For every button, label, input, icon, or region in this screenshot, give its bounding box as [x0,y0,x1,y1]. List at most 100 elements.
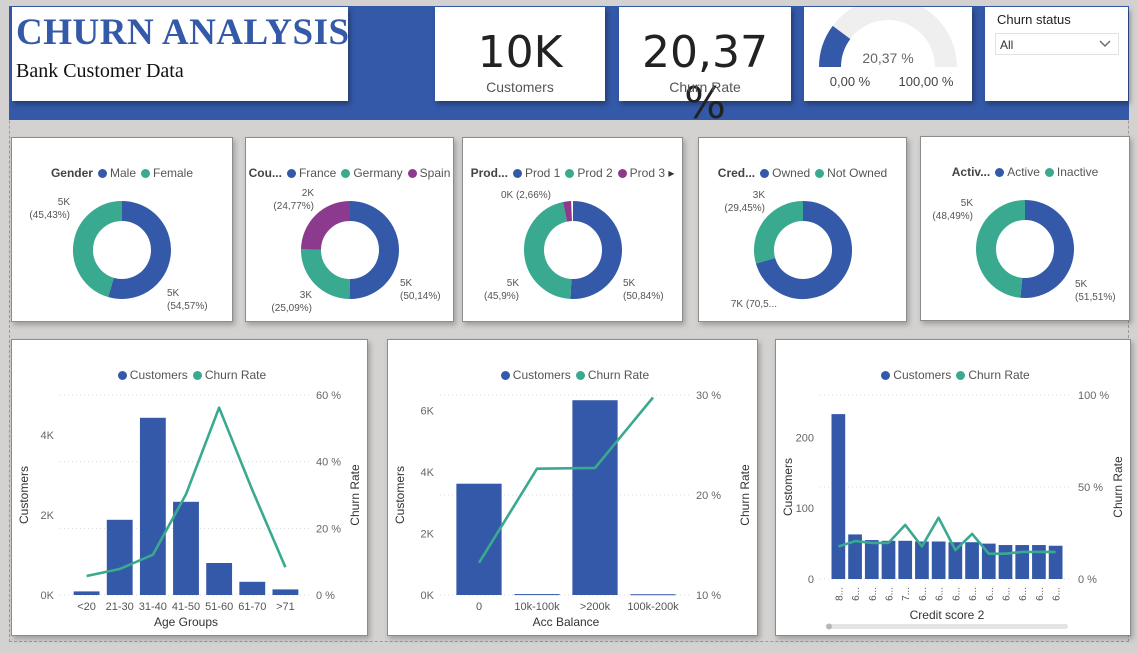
y2-tick-label: 20 % [696,490,721,502]
churn-status-dropdown[interactable]: All [995,33,1119,55]
donut-slice[interactable] [524,202,573,299]
x-tick-label: 6... [868,587,879,601]
x-tick-label: 6... [951,587,962,601]
combo-chart-plot: 0 100 200 0 % 50 % 100 % 8... 6... 6... 6... 7... 6… [781,390,1125,630]
bar[interactable] [965,542,979,579]
page-subtitle: Bank Customer Data [16,60,184,82]
gauge-card[interactable]: 20,37 % 0,00 % 100,00 % [804,0,972,101]
slice-percent-label: (45,9%) [484,291,519,302]
slice-value-label: 2K [302,188,315,199]
slice-value-label: 7K (70,5... [731,299,777,310]
churn-rate-line[interactable] [477,396,655,564]
bar[interactable] [931,541,946,579]
bar[interactable] [572,400,618,595]
x-tick-label: 31-40 [139,601,167,613]
y2-tick-label: 60 % [316,390,341,402]
x-tick-label: 51-60 [205,601,233,613]
bar[interactable] [998,545,1013,579]
y-tick-label: 2K [41,510,55,522]
slice-value-label: 5K [58,197,71,208]
slice-percent-label: (25,09%) [271,303,312,314]
combo-chart-age-groups[interactable]: Customers Churn Rate 0K 2K 4K 0 % 20 % 40 % 60 %… [11,339,368,636]
bar[interactable] [514,594,560,596]
bar[interactable] [239,581,266,595]
y2-tick-label: 0 % [1078,574,1097,586]
donut-card-products[interactable]: Prod... Prod 1 Prod 2 Prod 3 ▸ 5K (50,84%) 5K(… [462,137,683,322]
donut-slice[interactable] [976,200,1026,298]
bar[interactable] [173,501,199,595]
y-axis-title: Customers [393,466,407,524]
x-tick-label: >71 [276,601,295,613]
slice-value-label: 5K [623,278,636,289]
slice-value-label: 5K [1075,279,1088,290]
x-tick-label: 6... [985,587,996,601]
slice-percent-label: (45,43%) [29,210,70,221]
y2-tick-label: 40 % [316,457,341,469]
y-tick-label: 2K [421,528,435,540]
y-tick-label: 4K [41,430,55,442]
bar[interactable] [898,540,913,579]
slice-value-label: 5K [167,288,180,299]
x-axis-title: Credit score 2 [910,608,985,622]
donut-card-credit-card[interactable]: Cred... Owned Not Owned 7K (70,5... 3K (29,45… [698,137,907,322]
kpi-value-customers: 10K [477,27,563,78]
kpi-card-customers[interactable]: 10K Customers [435,7,605,101]
y-axis-title: Customers [17,466,31,524]
donut-slice[interactable] [301,248,351,299]
x-tick-label: 100k-200k [627,601,679,613]
y2-tick-label: 20 % [316,523,341,535]
donut-card-gender[interactable]: Gender Male Female 5K (54,57%) 5K (45,43%) [11,137,233,322]
donut-slice[interactable] [563,201,573,222]
bar[interactable] [206,563,233,595]
gauge-chart: 20,37 % 0,00 % 100,00 % [819,0,957,89]
bar[interactable] [272,589,299,595]
x-tick-label: 6... [1052,587,1063,601]
y2-tick-label: 50 % [1078,482,1103,494]
donut-slice[interactable] [349,201,400,299]
bar[interactable] [881,540,896,579]
slice-percent-label: (29,45%) [724,203,765,214]
bar[interactable] [630,594,676,596]
combo-chart-acc-balance[interactable]: Customers Churn Rate 0K 2K 4K 6K 10 % 20 % 30 % 0… [387,339,758,636]
kpi-value-churn-rate: 20,37 % [642,27,768,129]
donut-slice[interactable] [1020,200,1074,298]
donut-card-country[interactable]: Cou... France Germany Spain 5K (50,14%) 3K (25,… [245,137,454,322]
donut-slice[interactable] [301,201,351,251]
combo-chart-credit-score[interactable]: Customers Churn Rate 0 100 200 0 % 50 % 100 % 8.… [775,339,1131,636]
scrollbar-thumb[interactable] [826,623,832,630]
donut-slice[interactable] [108,201,171,299]
y2-tick-label: 100 % [1078,390,1109,402]
horizontal-scrollbar[interactable] [826,624,1068,629]
x-tick-label: 6... [885,587,896,601]
x-tick-label: 61-70 [238,601,266,613]
bar[interactable] [831,414,846,579]
y-tick-label: 0K [41,590,55,602]
donut-slice[interactable] [754,201,804,264]
donut-slice[interactable] [73,201,123,297]
gauge-max-label: 100,00 % [899,74,954,89]
kpi-card-churn-rate[interactable]: 20,37 % Churn Rate [619,7,791,129]
slice-percent-label: (48,49%) [932,211,973,222]
bar[interactable] [1015,545,1030,579]
x-tick-label: 6... [851,587,862,601]
y2-axis-title: Churn Rate [738,464,752,526]
kpi-label-customers: Customers [486,79,554,95]
gauge-fill [819,25,851,68]
gauge-min-label: 0,00 % [830,74,871,89]
x-tick-label: 6... [1018,587,1029,601]
donut-chart: 5K (50,84%) 5K (45,9%) 0K (2,66%) [484,190,664,302]
gauge-value-label: 20,37 % [862,50,913,66]
bar[interactable] [106,519,133,595]
y2-axis-title: Churn Rate [348,464,362,526]
donut-chart: 5K (51,51%) 5K (48,49%) [932,198,1115,303]
donut-card-activity[interactable]: Activ... Active Inactive 5K (51,51%) 5K (48,49… [920,136,1130,321]
donut-slice[interactable] [570,201,622,299]
donut-chart: 5K (54,57%) 5K (45,43%) [29,197,207,312]
bar[interactable] [1032,545,1046,579]
donut-chart: 5K (50,14%) 3K (25,09%) 2K (24,77%) [271,188,440,314]
bar[interactable] [864,540,879,579]
bar[interactable] [73,591,100,595]
y-tick-label: 0K [421,590,435,602]
chevron-down-icon [1099,40,1111,47]
bar[interactable] [139,417,166,595]
